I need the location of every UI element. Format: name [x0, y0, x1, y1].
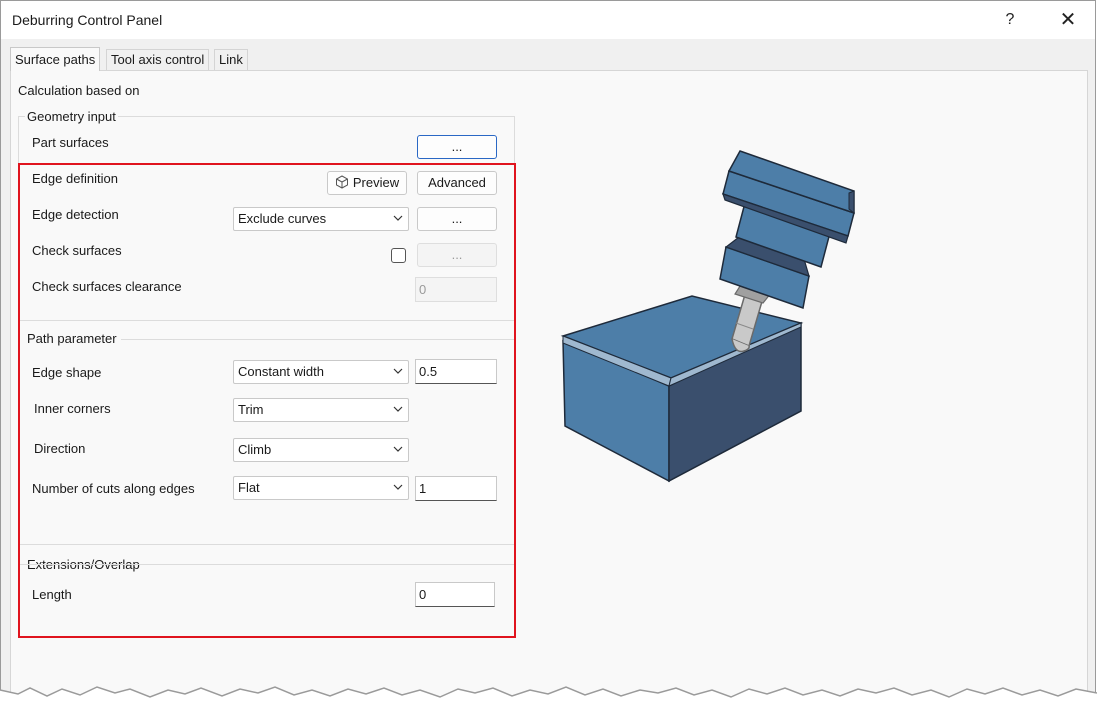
- path-parameter-group-rule: [121, 339, 514, 340]
- check-surfaces-label: Check surfaces: [32, 243, 122, 258]
- cube-preview-icon: [335, 175, 348, 189]
- edge-detection-dropdown[interactable]: Exclude curves: [233, 207, 409, 231]
- edge-shape-width-field[interactable]: 0.5: [415, 359, 497, 384]
- cuts-mode-value: Flat: [238, 480, 260, 495]
- edge-shape-dropdown[interactable]: Constant width: [233, 360, 409, 384]
- help-button[interactable]: ?: [987, 1, 1033, 39]
- cuts-count-field[interactable]: 1: [415, 476, 497, 501]
- check-surfaces-select-button[interactable]: ...: [417, 243, 497, 267]
- cuts-mode-dropdown[interactable]: Flat: [233, 476, 409, 500]
- chevron-down-icon: [393, 215, 403, 221]
- dialog-window: Deburring Control Panel ? ✕ Surface path…: [0, 0, 1096, 710]
- check-surfaces-clearance-field[interactable]: 0: [415, 277, 497, 302]
- edge-shape-value: Constant width: [238, 364, 324, 379]
- chevron-down-icon: [393, 368, 403, 374]
- path-parameter-group-label: Path parameter: [27, 331, 117, 346]
- extensions-separator: [20, 544, 514, 545]
- check-surfaces-checkbox[interactable]: [391, 248, 406, 263]
- length-field[interactable]: 0: [415, 582, 495, 607]
- chevron-down-icon: [393, 484, 403, 490]
- chevron-down-icon: [393, 446, 403, 452]
- edge-detection-select-button[interactable]: ...: [417, 207, 497, 231]
- torn-edge-decoration: [0, 686, 1097, 715]
- part-surfaces-select-button[interactable]: ...: [417, 135, 497, 159]
- tab-tool-axis-control[interactable]: Tool axis control: [106, 49, 210, 70]
- edge-definition-label: Edge definition: [32, 171, 119, 186]
- title-bar: Deburring Control Panel ? ✕: [1, 1, 1095, 39]
- direction-label: Direction: [34, 441, 86, 456]
- close-button[interactable]: ✕: [1045, 1, 1091, 39]
- direction-value: Climb: [238, 442, 272, 457]
- tab-link[interactable]: Link: [214, 49, 248, 70]
- advanced-button[interactable]: Advanced: [417, 171, 497, 195]
- path-parameter-separator: [20, 320, 514, 321]
- direction-dropdown[interactable]: Climb: [233, 438, 409, 462]
- spindle-head: [719, 150, 855, 309]
- window-title: Deburring Control Panel: [12, 12, 163, 28]
- tab-surface-paths[interactable]: Surface paths: [10, 47, 101, 71]
- inner-corners-value: Trim: [238, 402, 264, 417]
- check-surfaces-clearance-label: Check surfaces clearance: [32, 279, 182, 294]
- deburring-tool-illustration: [560, 150, 855, 483]
- inner-corners-label: Inner corners: [34, 401, 111, 416]
- edge-detection-label: Edge detection: [32, 207, 119, 222]
- edge-detection-value: Exclude curves: [238, 211, 327, 226]
- preview-button-label: Preview: [352, 175, 400, 190]
- extensions-group-rule: [20, 564, 514, 565]
- calculation-based-on-label: Calculation based on: [18, 83, 140, 98]
- part-surfaces-label: Part surfaces: [32, 135, 109, 150]
- chevron-down-icon: [393, 406, 403, 412]
- geometry-input-group-label: Geometry input: [25, 109, 118, 124]
- cuts-along-edges-label: Number of cuts along edges: [32, 481, 195, 496]
- length-label: Length: [32, 587, 72, 602]
- inner-corners-dropdown[interactable]: Trim: [233, 398, 409, 422]
- preview-button[interactable]: Preview: [327, 171, 407, 195]
- edge-shape-label: Edge shape: [32, 365, 102, 380]
